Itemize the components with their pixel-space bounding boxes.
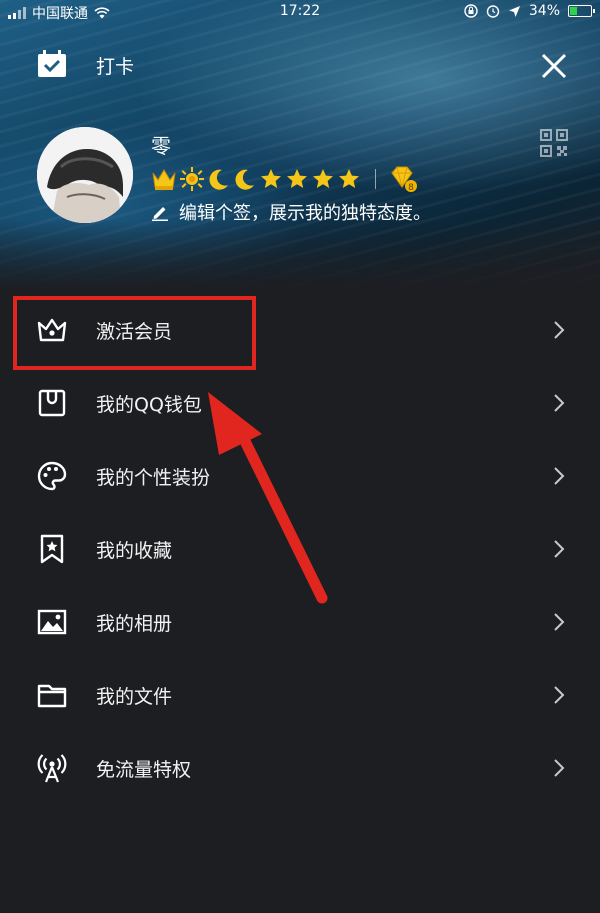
menu-item-label: 我的文件 <box>96 686 173 708</box>
menu-item-label: 我的QQ钱包 <box>96 394 202 416</box>
menu-item-favorites[interactable]: 我的收藏 <box>0 513 600 586</box>
level-badges[interactable]: 8 <box>151 166 418 193</box>
chevron-right-icon <box>554 467 565 485</box>
folder-icon <box>37 684 67 708</box>
qr-code-icon[interactable] <box>539 128 569 158</box>
wallet-icon <box>38 389 66 417</box>
bookmark-star-icon <box>40 534 64 564</box>
menu-item-data-free-privilege[interactable]: 免流量特权 <box>0 732 600 805</box>
avatar[interactable] <box>37 127 133 223</box>
drawer-menu: 激活会员 我的QQ钱包 我的个性装扮 我的收藏 我的相册 我的文件 免流量特权 <box>0 294 600 805</box>
star-badge-icon <box>261 169 281 188</box>
menu-item-qq-wallet[interactable]: 我的QQ钱包 <box>0 367 600 440</box>
chevron-right-icon <box>554 613 565 631</box>
badge-divider <box>375 169 376 189</box>
annotation-highlight-box <box>13 296 256 370</box>
diamond-badge-icon: 8 <box>391 166 417 193</box>
chevron-right-icon <box>554 394 565 412</box>
username: 零 <box>151 134 171 158</box>
image-icon <box>37 609 67 635</box>
chevron-right-icon <box>554 540 565 558</box>
star-badge-icon <box>313 169 333 188</box>
menu-item-my-files[interactable]: 我的文件 <box>0 659 600 732</box>
calendar-check-icon[interactable] <box>37 50 67 78</box>
signal-tower-icon <box>37 754 67 783</box>
close-icon[interactable] <box>540 52 568 80</box>
status-bar: 中国联通 17:22 34% <box>0 0 600 24</box>
location-icon <box>508 5 520 17</box>
lock-rotation-icon <box>464 4 478 18</box>
signature-text: 编辑个签，展示我的独特态度。 <box>179 203 431 224</box>
battery-percent: 34% <box>528 3 560 19</box>
menu-item-label: 免流量特权 <box>96 759 192 781</box>
star-badge-icon <box>287 169 307 188</box>
menu-item-photo-album[interactable]: 我的相册 <box>0 586 600 659</box>
sun-badge-icon <box>180 167 204 191</box>
chevron-right-icon <box>554 759 565 777</box>
moon-badge-icon <box>235 169 254 190</box>
palette-icon <box>37 461 67 491</box>
battery-icon <box>568 5 595 17</box>
star-badge-icon <box>339 169 359 188</box>
chevron-right-icon <box>554 321 565 339</box>
menu-item-label: 我的收藏 <box>96 540 173 562</box>
diamond-level: 8 <box>408 183 414 193</box>
chevron-right-icon <box>554 686 565 704</box>
pencil-icon <box>152 207 168 221</box>
side-drawer: 中国联通 17:22 34% 打卡 零 8 编辑个签，展示我的独特态度。 激活会… <box>0 0 600 913</box>
avatar-photo <box>37 127 133 223</box>
crown-badge-icon <box>152 169 176 190</box>
signature-edit[interactable]: 编辑个签，展示我的独特态度。 <box>151 199 431 225</box>
menu-item-label: 我的相册 <box>96 613 173 635</box>
alarm-icon <box>486 5 500 18</box>
checkin-label[interactable]: 打卡 <box>96 52 134 79</box>
menu-item-label: 我的个性装扮 <box>96 467 211 489</box>
moon-badge-icon <box>209 169 228 190</box>
menu-item-personal-theme[interactable]: 我的个性装扮 <box>0 440 600 513</box>
